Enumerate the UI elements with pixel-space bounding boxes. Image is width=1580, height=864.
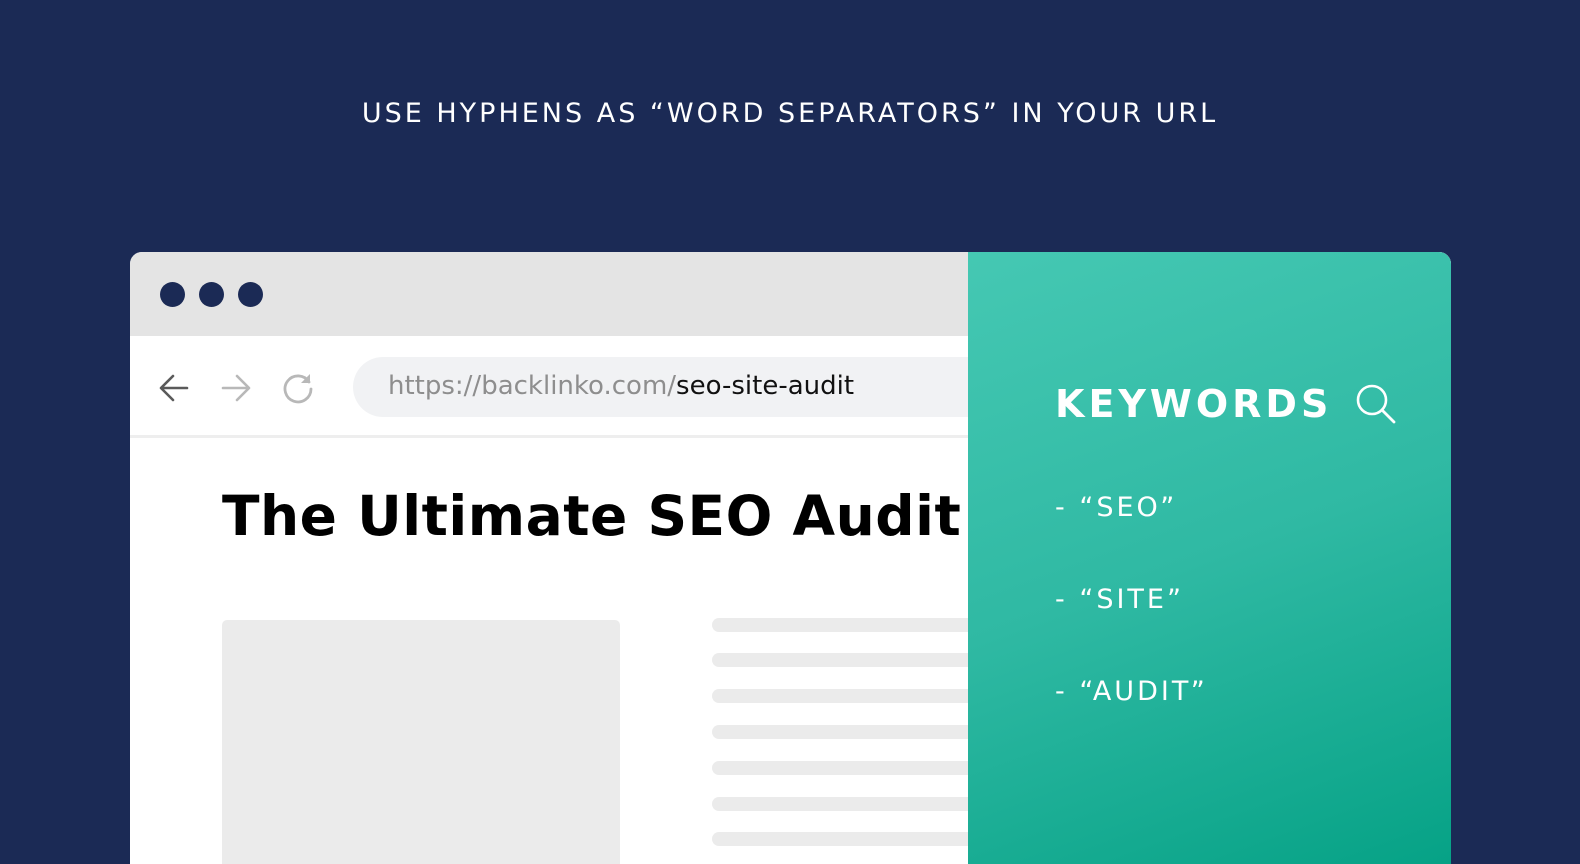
page-title: The Ultimate SEO Audit [V — [222, 484, 1050, 548]
reload-button[interactable] — [280, 370, 316, 406]
keywords-heading-row: KEYWORDS — [1055, 382, 1398, 426]
arrow-right-icon — [221, 374, 251, 402]
forward-button[interactable] — [218, 370, 254, 406]
keyword-item-seo: - “SEO” — [1055, 492, 1178, 523]
keyword-item-site: - “SITE” — [1055, 584, 1184, 615]
window-dot-2[interactable] — [199, 282, 224, 307]
back-button[interactable] — [156, 370, 192, 406]
arrow-left-icon — [159, 374, 189, 402]
keyword-item-audit: - “AUDIT” — [1055, 676, 1208, 707]
image-placeholder — [222, 620, 620, 864]
url-base: https://backlinko.com/ — [388, 371, 677, 401]
window-dot-3[interactable] — [238, 282, 263, 307]
url-text: https://backlinko.com/seo-site-audit — [388, 371, 854, 401]
search-icon — [1357, 384, 1396, 424]
keywords-panel: KEYWORDS - “SEO” - “SITE” - “AUDIT” — [968, 252, 1451, 864]
reload-icon — [283, 374, 313, 404]
keywords-heading: KEYWORDS — [1055, 382, 1333, 426]
window-dot-1[interactable] — [160, 282, 185, 307]
url-slug: seo-site-audit — [676, 371, 855, 401]
headline: USE HYPHENS AS “WORD SEPARATORS” IN YOUR… — [361, 98, 1219, 129]
